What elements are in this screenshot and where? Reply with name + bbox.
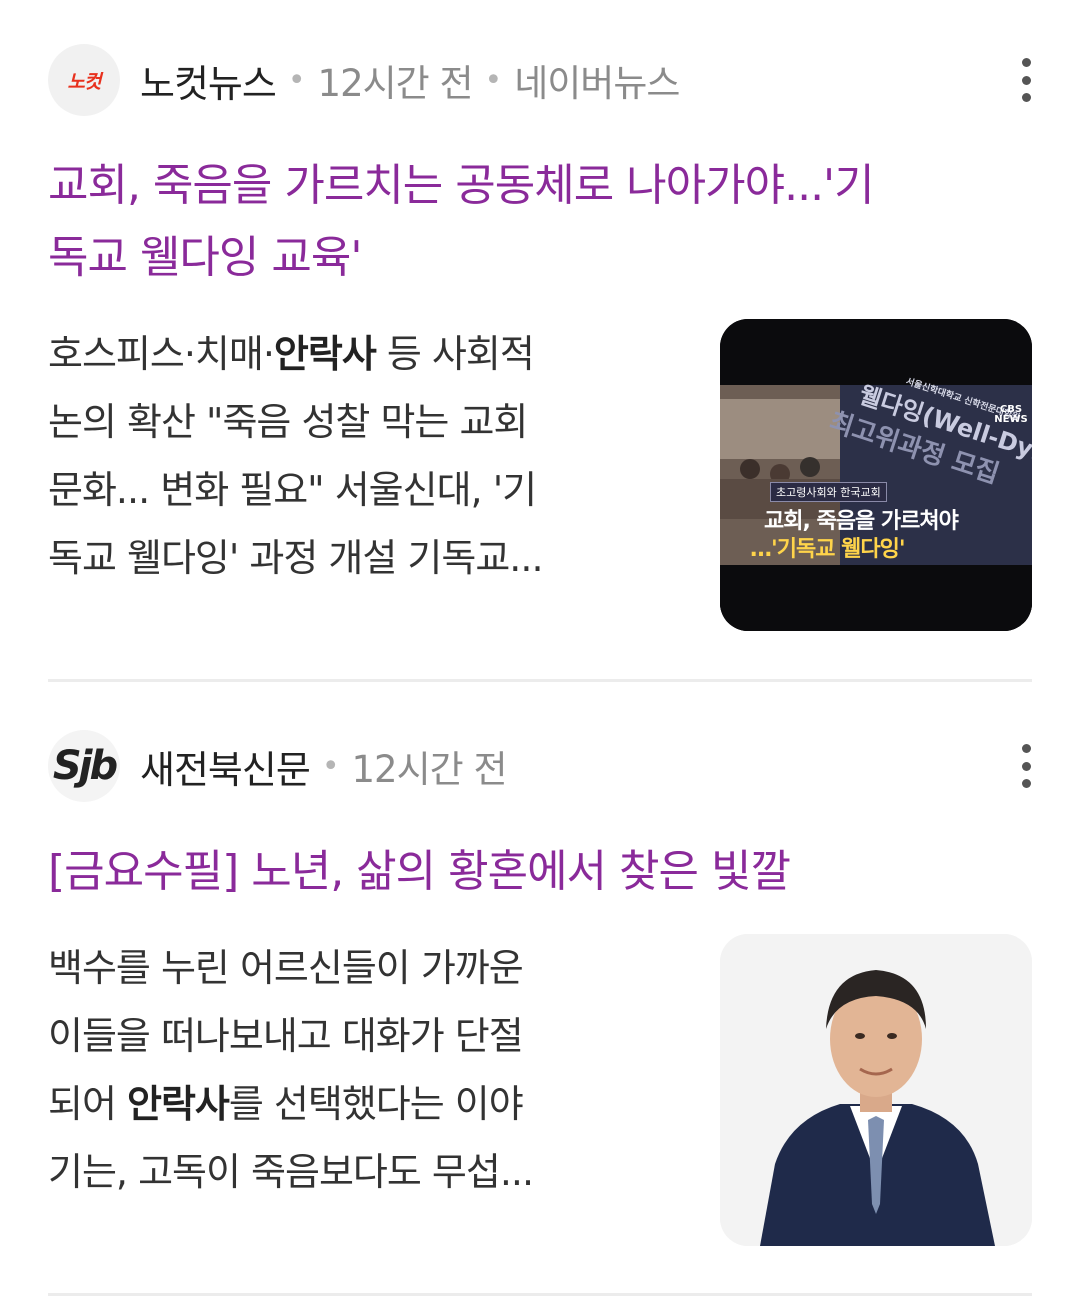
published-time: 12시간 전 bbox=[351, 748, 508, 791]
separator-dot: • bbox=[321, 748, 340, 784]
divider bbox=[48, 679, 1032, 682]
headline-line: [금요수필] 노년, 삶의 황혼에서 찾은 빛깔 bbox=[48, 846, 791, 897]
author-portrait bbox=[720, 934, 1032, 1246]
thumbnail-small-caption: 초고령사회와 한국교회 bbox=[770, 482, 887, 502]
thumbnail-sub-caption: …'기독교 웰다잉' bbox=[750, 537, 906, 562]
platform-name: 네이버뉴스 bbox=[514, 62, 680, 105]
more-vertical-icon[interactable] bbox=[1020, 744, 1032, 788]
logo-text: Sjb bbox=[52, 743, 118, 789]
article-summary[interactable]: 백수를 누린 어르신들이 가까운 이들을 떠나보내고 대화가 단절 되어 안락사… bbox=[48, 934, 668, 1206]
article-thumbnail[interactable]: 웰다잉(Well-Dying 최고위과정 모집 서울신학대학교 신학전문대학원 … bbox=[720, 319, 1032, 631]
summary-line: 이들을 떠나보내고 대화가 단절 bbox=[48, 1014, 524, 1058]
source-row: Sjb 새전북신문 • 12시간 전 bbox=[48, 730, 508, 802]
summary-line: 되어 안락사를 선택했다는 이야 bbox=[48, 1082, 524, 1126]
news-card-1[interactable]: 노컷 노컷뉴스 • 12시간 전 • 네이버뉴스 교회, 죽음을 가르치는 공동… bbox=[0, 0, 1072, 680]
summary-line: 독교 웰다잉' 과정 개설 기독교... bbox=[48, 536, 544, 580]
source-row: 노컷 노컷뉴스 • 12시간 전 • 네이버뉴스 bbox=[48, 44, 680, 116]
logo-text: 노컷 bbox=[67, 70, 102, 93]
summary-line: 기는, 고독이 죽음보다도 무섭... bbox=[48, 1150, 534, 1194]
published-time: 12시간 전 bbox=[317, 62, 474, 105]
highlight-keyword: 안락사 bbox=[127, 1082, 230, 1126]
divider bbox=[48, 1293, 1032, 1296]
thumbnail-image: 웰다잉(Well-Dying 최고위과정 모집 서울신학대학교 신학전문대학원 bbox=[720, 319, 1032, 631]
summary-line: 백수를 누린 어르신들이 가까운 bbox=[48, 946, 524, 990]
summary-line: 문화... 변화 필요" 서울신대, '기 bbox=[48, 468, 537, 512]
highlight-keyword: 안락사 bbox=[273, 332, 377, 376]
source-name[interactable]: 새전북신문 bbox=[140, 739, 311, 794]
separator-dot: • bbox=[484, 62, 503, 98]
news-card-2[interactable]: Sjb 새전북신문 • 12시간 전 [금요수필] 노년, 삶의 황혼에서 찾은… bbox=[0, 684, 1072, 1294]
headline-line: 교회, 죽음을 가르치는 공동체로 나아가야...'기 bbox=[48, 160, 875, 211]
headline-line: 독교 웰다잉 교육' bbox=[48, 232, 362, 283]
cbs-news-logo: CBS NEWS bbox=[994, 404, 1028, 425]
headline-link[interactable]: 교회, 죽음을 가르치는 공동체로 나아가야...'기 독교 웰다잉 교육' bbox=[48, 150, 1038, 294]
article-summary[interactable]: 호스피스·치매·안락사 등 사회적 논의 확산 "죽음 성찰 막는 교회 문화.… bbox=[48, 320, 668, 592]
source-name[interactable]: 노컷뉴스 bbox=[140, 53, 277, 108]
headline-link[interactable]: [금요수필] 노년, 삶의 황혼에서 찾은 빛깔 bbox=[48, 836, 1038, 908]
separator-dot: • bbox=[287, 62, 306, 98]
sjb-logo[interactable]: Sjb bbox=[48, 730, 120, 802]
summary-line: 호스피스·치매·안락사 등 사회적 bbox=[48, 332, 535, 376]
more-vertical-icon[interactable] bbox=[1020, 58, 1032, 102]
article-thumbnail[interactable] bbox=[720, 934, 1032, 1246]
nocut-logo[interactable]: 노컷 bbox=[48, 44, 120, 116]
summary-line: 논의 확산 "죽음 성찰 막는 교회 bbox=[48, 400, 528, 444]
